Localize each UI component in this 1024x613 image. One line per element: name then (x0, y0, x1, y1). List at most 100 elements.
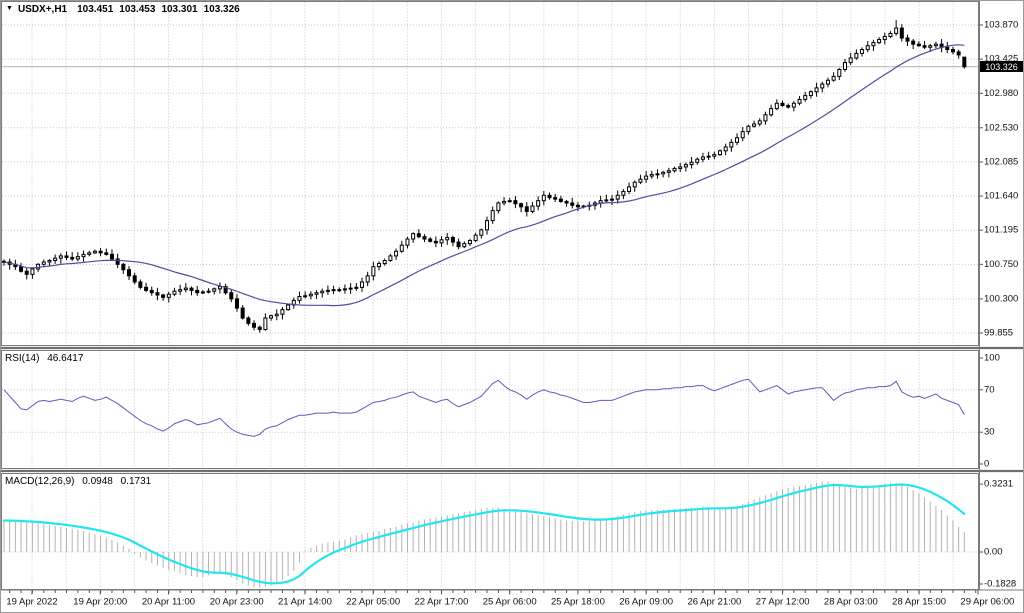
candle-body (270, 316, 273, 318)
price-tick-label: 102.085 (984, 156, 1018, 167)
candle-body (253, 323, 256, 327)
macd-tick-label: -0.1828 (984, 579, 1016, 590)
price-tick-label: 101.640 (984, 191, 1018, 202)
candle-body (753, 124, 756, 126)
ohlc-close: 103.326 (204, 4, 240, 15)
candle-body (173, 291, 176, 294)
candle-body (338, 290, 341, 291)
candle-body (781, 103, 784, 105)
candle-body (423, 237, 426, 239)
candle-body (741, 132, 744, 138)
macd-tick-label: 0.00 (984, 547, 1003, 558)
candle-body (235, 299, 238, 308)
candle-body (105, 253, 108, 255)
time-tick-label: 19 Apr 2022 (6, 597, 57, 608)
candle-body (145, 287, 148, 290)
rsi-tick-label: 30 (984, 427, 995, 438)
candle-body (861, 50, 864, 54)
candle-body (474, 235, 477, 240)
candle-body (258, 327, 261, 329)
candle-body (366, 276, 369, 282)
candle-body (468, 241, 471, 244)
candle-body (486, 221, 489, 230)
candle-body (116, 259, 119, 264)
candle-body (826, 80, 829, 84)
price-tick-label: 102.530 (984, 122, 1018, 133)
candle-body (645, 176, 648, 179)
symbol-header: ▼ USDX+,H1 103.451 103.453 103.301 103.3… (6, 4, 246, 15)
candle-body (622, 191, 625, 195)
candle-body (218, 287, 221, 289)
candle-body (298, 297, 301, 301)
candle-body (463, 244, 466, 247)
candle-body (679, 167, 682, 169)
candle-body (764, 115, 767, 121)
candle-body (162, 295, 165, 297)
candle-body (372, 267, 375, 276)
time-tick-label: 28 Apr 03:00 (824, 597, 878, 608)
candle-body (179, 290, 182, 292)
candle-body (900, 28, 903, 38)
candle-body (559, 199, 562, 201)
candle-body (690, 162, 693, 164)
candle-body (304, 296, 307, 297)
candle-body (446, 237, 449, 239)
current-price-box: 103.326 (980, 61, 1023, 72)
candle-body (25, 271, 28, 274)
candle-body (406, 239, 409, 245)
candle-body (184, 288, 187, 290)
candle-body (548, 195, 551, 197)
candle-body (770, 109, 773, 115)
symbol-dropdown-icon[interactable]: ▼ (6, 5, 13, 12)
candle-body (838, 69, 841, 76)
candle-body (531, 206, 534, 211)
candle-body (264, 318, 267, 330)
candle-body (281, 310, 284, 315)
candle-body (605, 200, 608, 201)
candle-body (332, 290, 335, 291)
candle-body (383, 260, 386, 263)
candle-body (963, 57, 966, 67)
candle-body (82, 254, 85, 256)
candle-body (815, 88, 818, 92)
candle-body (684, 165, 687, 167)
price-tick-label: 99.855 (984, 327, 1013, 338)
candle-body (54, 258, 57, 260)
chart-canvas[interactable]: 103.870103.425102.980102.530102.085101.6… (0, 0, 1024, 613)
candle-body (59, 256, 62, 258)
candle-body (122, 264, 125, 269)
candle-body (667, 171, 670, 173)
candle-body (809, 92, 812, 96)
candle-body (730, 142, 733, 147)
rsi-value: 46.6417 (47, 353, 83, 364)
time-tick-label: 22 Apr 05:00 (346, 597, 400, 608)
candle-body (457, 242, 460, 247)
candle-body (775, 103, 778, 108)
candle-body (167, 294, 170, 297)
rsi-label: RSI(14) (5, 353, 39, 364)
candle-body (503, 201, 506, 203)
macd-label: MACD(12,26,9) (5, 476, 74, 487)
candle-body (662, 172, 665, 174)
candle-body (520, 204, 523, 207)
candle-body (616, 195, 619, 199)
candle-body (537, 201, 540, 206)
candle-body (128, 270, 131, 276)
macd-main-value: 0.0948 (82, 476, 113, 487)
candle-body (707, 156, 710, 157)
candle-body (713, 155, 716, 157)
candle-body (917, 44, 920, 46)
time-tick-label: 28 Apr 15:00 (892, 597, 946, 608)
candle-body (821, 84, 824, 88)
candle-body (508, 201, 511, 202)
candle-body (912, 41, 915, 44)
ohlc-open: 103.451 (77, 4, 113, 15)
candle-body (417, 234, 420, 237)
candle-body (758, 121, 761, 124)
candle-body (207, 291, 210, 292)
price-tick-label: 100.750 (984, 259, 1018, 270)
candle-body (315, 293, 318, 295)
chart-window: 103.870103.425102.980102.530102.085101.6… (0, 0, 1024, 613)
candle-body (400, 245, 403, 251)
candle-body (798, 99, 801, 103)
